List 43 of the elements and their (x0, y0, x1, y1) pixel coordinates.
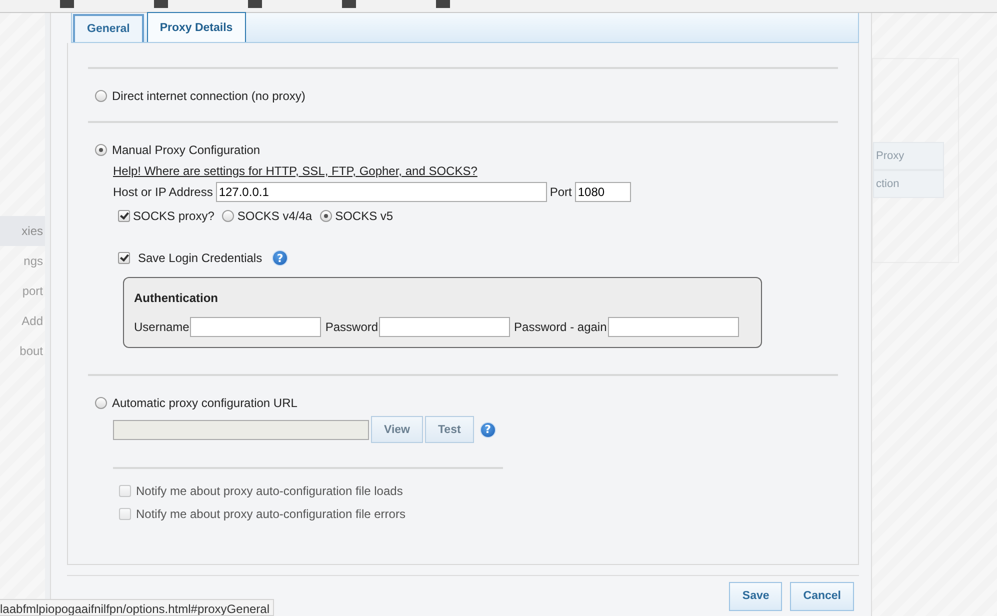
radio-label: Automatic proxy configuration URL (112, 396, 298, 410)
action-button[interactable]: Test (425, 416, 474, 443)
text-input[interactable] (190, 317, 322, 337)
radio-label: SOCKS v5 (335, 209, 394, 223)
radio-button[interactable] (95, 397, 107, 409)
checkbox-label: Save Login Credentials (138, 251, 262, 265)
section-title: Authentication (134, 291, 219, 305)
radio-button[interactable] (222, 210, 234, 222)
text-input[interactable] (379, 317, 510, 337)
tab[interactable]: General (73, 14, 144, 42)
radio-button[interactable] (95, 144, 107, 156)
sidebar-item: bout (18, 343, 44, 360)
checkbox-label: SOCKS proxy? (133, 209, 214, 223)
field-label: Password (325, 320, 378, 334)
help-icon[interactable]: ? (480, 422, 496, 438)
host-input[interactable]: 127.0.0.1 (216, 182, 547, 202)
panel-item: Proxy (873, 142, 944, 170)
checkbox[interactable] (118, 210, 130, 222)
sidebar-item: port (21, 283, 44, 300)
field-label: Username (134, 320, 190, 334)
port-input[interactable]: 1080 (574, 182, 631, 202)
checkbox[interactable] (118, 252, 130, 264)
radio-label: SOCKS v4/4a (237, 209, 312, 223)
checkbox-label: Notify me about proxy auto-configuration file errors (136, 507, 406, 521)
checkbox-label: Notify me about proxy auto-configuration file loads (136, 484, 403, 498)
panel-item: ction (873, 170, 944, 198)
field-label: Password - again (514, 320, 607, 334)
action-button[interactable]: View (371, 416, 423, 443)
radio-label: Manual Proxy Configuration (112, 143, 260, 157)
help-icon[interactable]: ? (272, 250, 288, 266)
sidebar-item: Add (20, 313, 44, 330)
field-label: Port (550, 185, 572, 199)
radio-button[interactable] (320, 210, 332, 222)
tab[interactable]: Proxy Details (146, 12, 246, 42)
sidebar-item: ngs (22, 253, 44, 270)
help-link[interactable]: Help! Where are settings for HTTP, SSL, FTP, Gopher, and SOCKS? (113, 164, 478, 178)
dialog-button[interactable]: Cancel (790, 582, 854, 610)
field-label: Host or IP Address (113, 185, 213, 199)
radio-button[interactable] (95, 90, 107, 102)
dialog-button[interactable]: Save (729, 582, 782, 610)
sidebar-item: xies (0, 216, 45, 246)
text-input[interactable] (608, 317, 739, 337)
radio-label: Direct internet connection (no proxy) (112, 89, 306, 103)
